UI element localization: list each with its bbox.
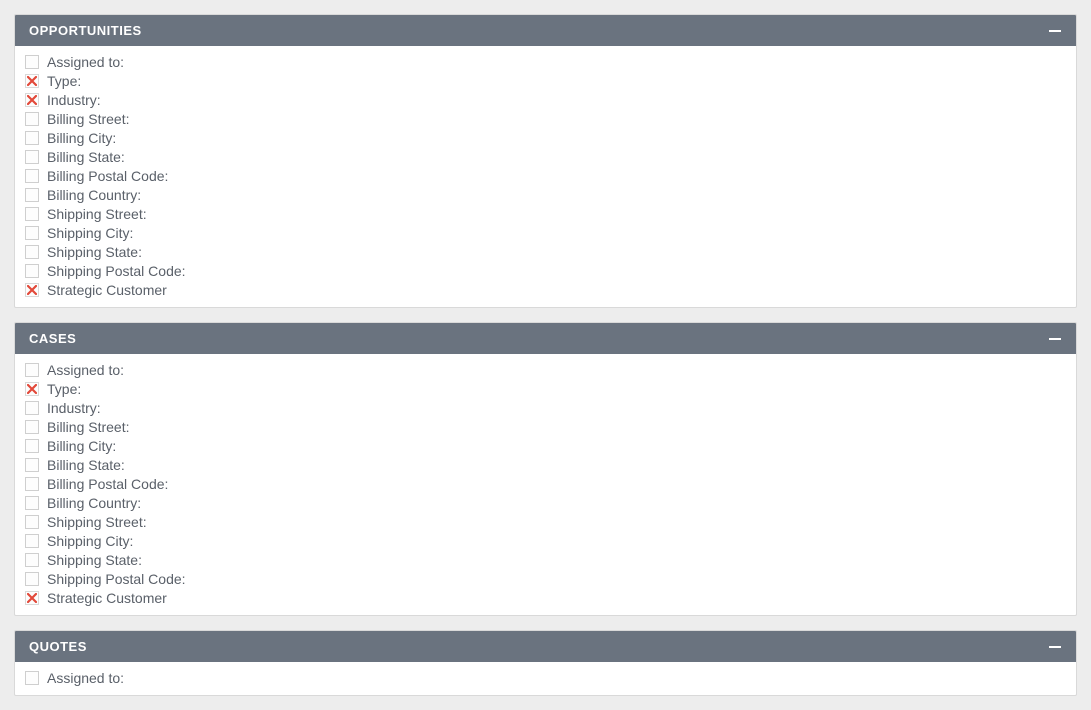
field-label: Assigned to:: [47, 54, 124, 70]
field-label: Billing Country:: [47, 495, 141, 511]
field-label: Shipping Postal Code:: [47, 263, 186, 279]
field-checkbox[interactable]: [25, 93, 39, 107]
field-row: Shipping Postal Code:: [15, 261, 1076, 280]
field-label: Billing Postal Code:: [47, 476, 168, 492]
field-row: Billing Postal Code:: [15, 166, 1076, 185]
field-checkbox[interactable]: [25, 363, 39, 377]
field-row: Assigned to:: [15, 52, 1076, 71]
field-checkbox[interactable]: [25, 112, 39, 126]
field-checkbox[interactable]: [25, 572, 39, 586]
field-row: Strategic Customer: [15, 588, 1076, 607]
field-checkbox[interactable]: [25, 264, 39, 278]
field-checkbox[interactable]: [25, 245, 39, 259]
field-row: Billing City:: [15, 436, 1076, 455]
panel-header[interactable]: QUOTES: [15, 631, 1076, 662]
field-row: Shipping State:: [15, 242, 1076, 261]
panel-body: Assigned to: Type: Industry: Billing Street…: [15, 354, 1076, 615]
field-row: Type:: [15, 71, 1076, 90]
field-checkbox[interactable]: [25, 534, 39, 548]
field-label: Billing Country:: [47, 187, 141, 203]
field-label: Type:: [47, 73, 81, 89]
field-row: Shipping State:: [15, 550, 1076, 569]
field-label: Strategic Customer: [47, 590, 167, 606]
field-checkbox[interactable]: [25, 496, 39, 510]
panel-header[interactable]: OPPORTUNITIES: [15, 15, 1076, 46]
field-row: Billing Street:: [15, 109, 1076, 128]
field-label: Billing State:: [47, 149, 125, 165]
field-checkbox[interactable]: [25, 671, 39, 685]
field-row: Billing State:: [15, 455, 1076, 474]
field-checkbox[interactable]: [25, 131, 39, 145]
field-checkbox[interactable]: [25, 207, 39, 221]
panel-body: Assigned to: Type: Industry: Billing Street…: [15, 46, 1076, 307]
field-label: Shipping Street:: [47, 206, 147, 222]
field-row: Shipping City:: [15, 223, 1076, 242]
panel: CASES Assigned to: Type: Industry: Billing S…: [14, 322, 1077, 616]
panel: OPPORTUNITIES Assigned to: Type: Industry: B…: [14, 14, 1077, 308]
field-checkbox[interactable]: [25, 55, 39, 69]
field-label: Shipping City:: [47, 225, 133, 241]
field-checkbox[interactable]: [25, 420, 39, 434]
field-checkbox[interactable]: [25, 553, 39, 567]
field-row: Strategic Customer: [15, 280, 1076, 299]
field-checkbox[interactable]: [25, 591, 39, 605]
field-label: Billing Street:: [47, 111, 129, 127]
field-label: Billing Postal Code:: [47, 168, 168, 184]
field-checkbox[interactable]: [25, 382, 39, 396]
field-row: Shipping Street:: [15, 204, 1076, 223]
collapse-icon[interactable]: [1048, 332, 1062, 346]
panel-body: Assigned to:: [15, 662, 1076, 695]
field-label: Assigned to:: [47, 670, 124, 686]
field-checkbox[interactable]: [25, 169, 39, 183]
field-checkbox[interactable]: [25, 74, 39, 88]
field-label: Shipping Postal Code:: [47, 571, 186, 587]
field-checkbox[interactable]: [25, 150, 39, 164]
field-checkbox[interactable]: [25, 515, 39, 529]
field-row: Billing Street:: [15, 417, 1076, 436]
field-label: Billing Street:: [47, 419, 129, 435]
field-row: Type:: [15, 379, 1076, 398]
field-label: Billing City:: [47, 130, 116, 146]
field-row: Billing State:: [15, 147, 1076, 166]
field-row: Shipping Postal Code:: [15, 569, 1076, 588]
field-row: Shipping Street:: [15, 512, 1076, 531]
field-checkbox[interactable]: [25, 458, 39, 472]
field-label: Type:: [47, 381, 81, 397]
field-label: Strategic Customer: [47, 282, 167, 298]
field-checkbox[interactable]: [25, 439, 39, 453]
panel-title: QUOTES: [29, 639, 87, 654]
field-row: Assigned to:: [15, 360, 1076, 379]
field-checkbox[interactable]: [25, 283, 39, 297]
field-label: Industry:: [47, 92, 101, 108]
field-label: Industry:: [47, 400, 101, 416]
field-label: Shipping City:: [47, 533, 133, 549]
field-row: Billing City:: [15, 128, 1076, 147]
field-label: Billing State:: [47, 457, 125, 473]
panel-title: OPPORTUNITIES: [29, 23, 142, 38]
panel-header[interactable]: CASES: [15, 323, 1076, 354]
field-label: Assigned to:: [47, 362, 124, 378]
field-row: Billing Postal Code:: [15, 474, 1076, 493]
field-label: Shipping Street:: [47, 514, 147, 530]
field-label: Billing City:: [47, 438, 116, 454]
field-label: Shipping State:: [47, 552, 142, 568]
field-row: Billing Country:: [15, 185, 1076, 204]
field-checkbox[interactable]: [25, 477, 39, 491]
field-row: Industry:: [15, 90, 1076, 109]
field-checkbox[interactable]: [25, 401, 39, 415]
field-row: Assigned to:: [15, 668, 1076, 687]
collapse-icon[interactable]: [1048, 24, 1062, 38]
field-checkbox[interactable]: [25, 226, 39, 240]
field-label: Shipping State:: [47, 244, 142, 260]
field-row: Billing Country:: [15, 493, 1076, 512]
field-row: Shipping City:: [15, 531, 1076, 550]
panel: QUOTES Assigned to:: [14, 630, 1077, 696]
panel-title: CASES: [29, 331, 76, 346]
collapse-icon[interactable]: [1048, 640, 1062, 654]
field-row: Industry:: [15, 398, 1076, 417]
field-checkbox[interactable]: [25, 188, 39, 202]
